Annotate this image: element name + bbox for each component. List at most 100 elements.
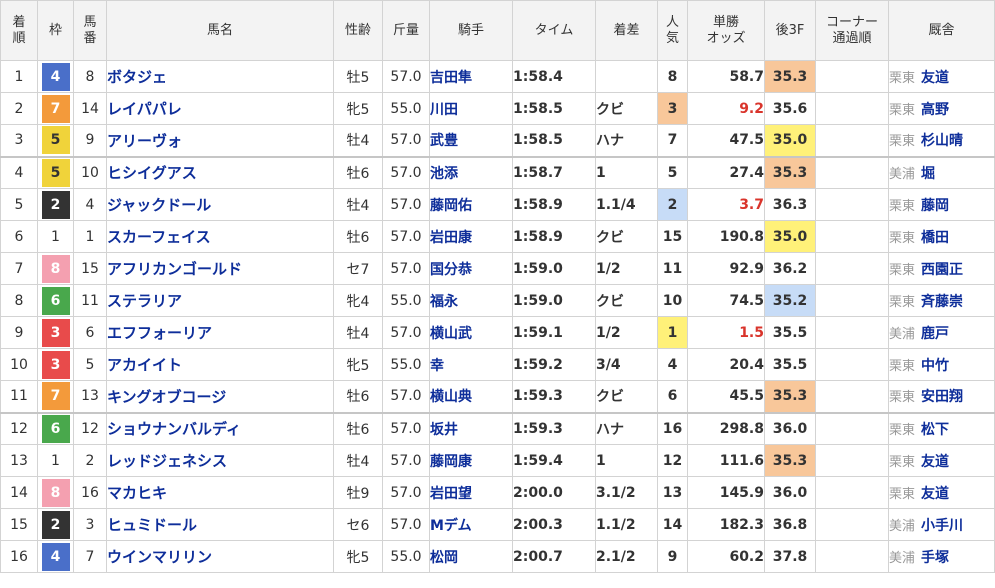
carried-weight: 57.0: [382, 316, 430, 349]
race-time: 2:00.3: [512, 508, 596, 541]
header-sexage[interactable]: 性齢: [333, 0, 383, 61]
horse-name-link[interactable]: アリーヴォ: [106, 124, 334, 157]
horse-name-link[interactable]: ジャックドール: [106, 188, 334, 221]
horse-name-link[interactable]: ヒュミドール: [106, 508, 334, 541]
horse-name-link[interactable]: アフリカンゴールド: [106, 252, 334, 285]
header-waku[interactable]: 枠: [37, 0, 74, 61]
race-results-table: 着順 枠 馬番 馬名 性齢 斤量 騎手 タイム 着差 人気 単勝 オッズ 後3F …: [0, 0, 995, 573]
header-weight[interactable]: 斤量: [382, 0, 430, 61]
trainer-link[interactable]: 杉山晴: [921, 133, 963, 149]
jockey-link[interactable]: 松岡: [429, 540, 513, 573]
popularity: 7: [657, 124, 688, 157]
trainer-link[interactable]: 安田翔: [921, 389, 963, 405]
race-time: 1:59.3: [512, 380, 596, 413]
jockey-link[interactable]: 藤岡佑: [429, 188, 513, 221]
header-odds[interactable]: 単勝 オッズ: [687, 0, 765, 61]
popularity: 15: [657, 220, 688, 253]
trainer-link[interactable]: 高野: [921, 102, 949, 118]
corner-order: [815, 252, 889, 285]
header-jockey[interactable]: 騎手: [429, 0, 513, 61]
header-time[interactable]: タイム: [512, 0, 596, 61]
jockey-link[interactable]: 池添: [429, 155, 513, 189]
horse-name-link[interactable]: レイパパレ: [106, 92, 334, 125]
stable-cell: 栗東 友道: [888, 476, 995, 509]
trainer-link[interactable]: 友道: [921, 454, 949, 470]
stable-region: 栗東: [889, 262, 916, 278]
last-3f: 35.5: [764, 348, 816, 381]
waku-badge: 8: [41, 254, 70, 283]
header-num[interactable]: 馬番: [73, 0, 107, 61]
header-stable[interactable]: 厩舎: [888, 0, 995, 61]
horse-name-link[interactable]: ステラリア: [106, 284, 334, 317]
jockey-link[interactable]: 横山典: [429, 380, 513, 413]
jockey-link[interactable]: 藤岡康: [429, 444, 513, 477]
horse-name-link[interactable]: エフフォーリア: [106, 316, 334, 349]
trainer-link[interactable]: 斉藤崇: [921, 294, 963, 310]
corner-order: [815, 124, 889, 157]
jockey-link[interactable]: 武豊: [429, 124, 513, 157]
margin: 3.1/2: [595, 476, 658, 509]
header-last3f[interactable]: 後3F: [764, 0, 816, 61]
trainer-link[interactable]: 手塚: [921, 550, 949, 566]
horse-name-link[interactable]: ウインマリリン: [106, 540, 334, 573]
win-odds: 20.4: [687, 348, 765, 381]
trainer-link[interactable]: 友道: [921, 70, 949, 86]
waku-cell: 8: [37, 252, 74, 285]
finish-position: 5: [0, 188, 38, 221]
horse-name-link[interactable]: キングオブコージ: [106, 380, 334, 413]
header-pop[interactable]: 人気: [657, 0, 688, 61]
jockey-link[interactable]: 国分恭: [429, 252, 513, 285]
trainer-link[interactable]: 堀: [921, 166, 935, 182]
trainer-link[interactable]: 小手川: [921, 518, 963, 534]
jockey-link[interactable]: 吉田隼: [429, 60, 513, 93]
popularity: 2: [657, 188, 688, 221]
jockey-link[interactable]: 横山武: [429, 316, 513, 349]
carried-weight: 57.0: [382, 124, 430, 157]
trainer-link[interactable]: 友道: [921, 486, 949, 502]
horse-name-link[interactable]: マカヒキ: [106, 476, 334, 509]
carried-weight: 57.0: [382, 60, 430, 93]
header-horse[interactable]: 馬名: [106, 0, 334, 61]
trainer-link[interactable]: 松下: [921, 422, 949, 438]
finish-position: 12: [0, 411, 38, 445]
jockey-link[interactable]: Mデム: [429, 508, 513, 541]
horse-number: 10: [73, 155, 107, 189]
waku-cell: 5: [37, 124, 74, 157]
waku-badge: 3: [41, 350, 70, 379]
waku-cell: 1: [37, 444, 74, 477]
jockey-link[interactable]: 坂井: [429, 411, 513, 445]
trainer-link[interactable]: 中竹: [921, 358, 949, 374]
horse-name-link[interactable]: アカイイト: [106, 348, 334, 381]
jockey-link[interactable]: 岩田望: [429, 476, 513, 509]
jockey-link[interactable]: 福永: [429, 284, 513, 317]
waku-cell: 7: [37, 380, 74, 413]
popularity: 12: [657, 444, 688, 477]
trainer-link[interactable]: 西園正: [921, 262, 963, 278]
win-odds: 1.5: [687, 316, 765, 349]
horse-number: 7: [73, 540, 107, 573]
trainer-link[interactable]: 橋田: [921, 230, 949, 246]
horse-name-link[interactable]: ヒシイグアス: [106, 155, 334, 189]
race-time: 1:58.9: [512, 220, 596, 253]
header-corner[interactable]: コーナー 通過順: [815, 0, 889, 61]
trainer-link[interactable]: 鹿戸: [921, 326, 949, 342]
carried-weight: 57.0: [382, 252, 430, 285]
jockey-link[interactable]: 幸: [429, 348, 513, 381]
horse-name-link[interactable]: スカーフェイス: [106, 220, 334, 253]
jockey-link[interactable]: 岩田康: [429, 220, 513, 253]
margin: 1: [595, 444, 658, 477]
stable-region: 栗東: [889, 294, 916, 310]
jockey-link[interactable]: 川田: [429, 92, 513, 125]
popularity: 16: [657, 411, 688, 445]
header-pos[interactable]: 着順: [0, 0, 38, 61]
race-time: 1:59.4: [512, 444, 596, 477]
horse-name-link[interactable]: ショウナンバルディ: [106, 411, 334, 445]
stable-region: 栗東: [889, 358, 916, 374]
header-margin[interactable]: 着差: [595, 0, 658, 61]
trainer-link[interactable]: 藤岡: [921, 198, 949, 214]
horse-name-link[interactable]: レッドジェネシス: [106, 444, 334, 477]
table-row: 16 4 7 ウインマリリン 牝5 55.0 松岡 2:00.7 2.1/2 9…: [0, 540, 995, 573]
finish-position: 11: [0, 380, 38, 413]
horse-name-link[interactable]: ボタジェ: [106, 60, 334, 93]
margin: クビ: [595, 284, 658, 317]
